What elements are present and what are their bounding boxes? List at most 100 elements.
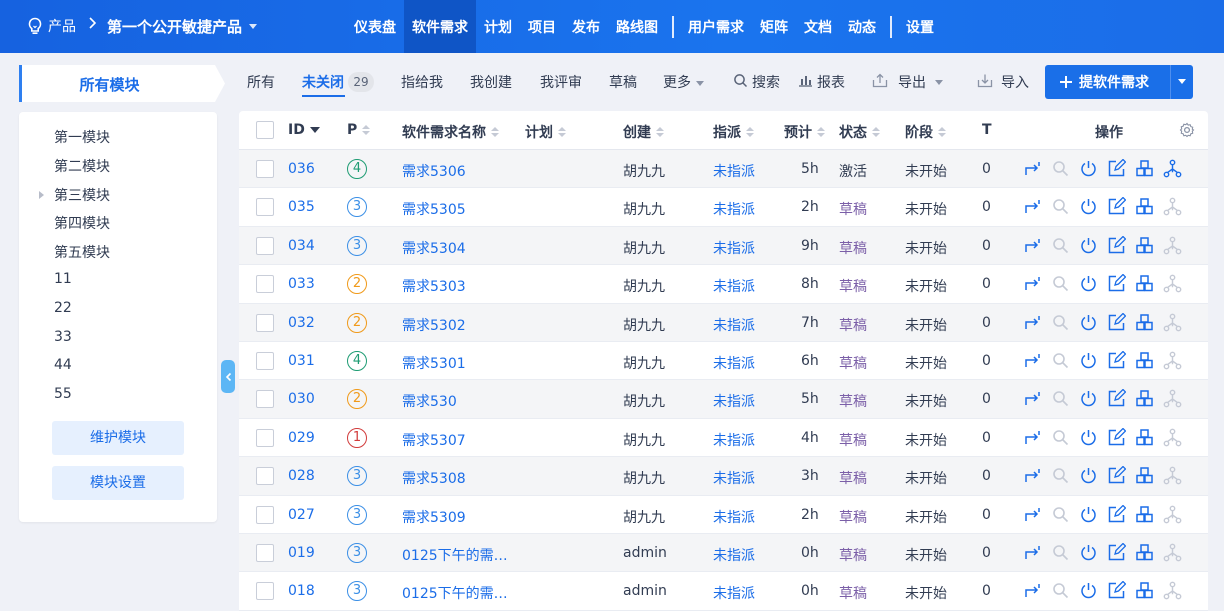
assign-link[interactable]: 未指派 [713, 430, 755, 450]
module-item[interactable]: 第一模块 [54, 127, 110, 147]
module-item[interactable]: 33 [54, 329, 72, 345]
edit-icon[interactable] [1107, 581, 1126, 600]
assign-link[interactable]: 未指派 [713, 468, 755, 488]
close-power-icon[interactable] [1079, 543, 1098, 562]
change-icon[interactable] [1023, 159, 1042, 178]
close-power-icon[interactable] [1079, 389, 1098, 408]
assign-link[interactable]: 未指派 [713, 507, 755, 527]
table-row[interactable]: 035 3 需求5305 胡九九 未指派 2h 草稿 未开始 0 [239, 188, 1208, 227]
module-item[interactable]: 44 [54, 357, 72, 373]
create-case-icon[interactable] [1135, 543, 1154, 562]
split-icon[interactable] [1163, 428, 1182, 447]
nav-item[interactable]: 设置 [898, 0, 942, 53]
table-row[interactable]: 027 3 需求5309 胡九九 未指派 2h 草稿 未开始 0 [239, 496, 1208, 534]
change-icon[interactable] [1023, 274, 1042, 293]
edit-icon[interactable] [1107, 197, 1126, 216]
review-icon[interactable] [1051, 389, 1070, 408]
split-icon[interactable] [1163, 351, 1182, 370]
filter-tab[interactable]: 草稿 [609, 72, 637, 92]
change-icon[interactable] [1023, 236, 1042, 255]
row-checkbox[interactable] [256, 313, 274, 332]
story-title[interactable]: 0125下午的需… [402, 583, 508, 603]
close-power-icon[interactable] [1079, 236, 1098, 255]
assign-link[interactable]: 未指派 [713, 545, 755, 565]
product-switcher[interactable]: 第一个公开敏捷产品 [107, 16, 258, 37]
module-settings-button[interactable]: 模块设置 [52, 466, 184, 500]
create-case-icon[interactable] [1135, 581, 1154, 600]
review-icon[interactable] [1051, 505, 1070, 524]
create-story-button[interactable]: 提软件需求 [1045, 65, 1193, 99]
story-id[interactable]: 029 [288, 430, 315, 446]
create-case-icon[interactable] [1135, 466, 1154, 485]
close-power-icon[interactable] [1079, 197, 1098, 216]
filter-tab[interactable]: 我创建 [470, 72, 512, 92]
edit-icon[interactable] [1107, 351, 1126, 370]
nav-item[interactable]: 路线图 [608, 0, 666, 53]
row-checkbox[interactable] [256, 505, 274, 524]
table-row[interactable]: 033 2 需求5303 胡九九 未指派 8h 草稿 未开始 0 [239, 265, 1208, 304]
module-item[interactable]: 第四模块 [54, 213, 110, 233]
story-id[interactable]: 035 [288, 199, 315, 215]
story-id[interactable]: 031 [288, 353, 315, 369]
table-row[interactable]: 028 3 需求5308 胡九九 未指派 3h 草稿 未开始 0 [239, 457, 1208, 496]
nav-item[interactable]: 动态 [840, 0, 884, 53]
assign-link[interactable]: 未指派 [713, 391, 755, 411]
table-row[interactable]: 029 1 需求5307 胡九九 未指派 4h 草稿 未开始 0 [239, 419, 1208, 458]
create-case-icon[interactable] [1135, 274, 1154, 293]
table-row[interactable]: 019 3 0125下午的需… admin 未指派 0h 草稿 未开始 0 [239, 534, 1208, 573]
filter-tab[interactable]: 所有 [247, 72, 275, 92]
filter-tab[interactable]: 更多 [663, 72, 704, 92]
create-case-icon[interactable] [1135, 351, 1154, 370]
nav-item[interactable]: 矩阵 [752, 0, 796, 53]
review-icon[interactable] [1051, 197, 1070, 216]
row-checkbox[interactable] [256, 390, 274, 409]
story-title[interactable]: 需求5304 [402, 238, 466, 258]
review-icon[interactable] [1051, 274, 1070, 293]
module-item[interactable]: 第三模块 [54, 185, 110, 205]
review-icon[interactable] [1051, 159, 1070, 178]
review-icon[interactable] [1051, 543, 1070, 562]
story-title[interactable]: 需求5305 [402, 199, 466, 219]
table-row[interactable]: 034 3 需求5304 胡九九 未指派 9h 草稿 未开始 0 [239, 226, 1208, 266]
story-id[interactable]: 032 [288, 315, 315, 331]
change-icon[interactable] [1023, 466, 1042, 485]
row-checkbox[interactable] [256, 160, 274, 178]
create-dropdown-caret[interactable] [1178, 79, 1186, 84]
product-menu[interactable]: 产品 [27, 15, 76, 37]
review-icon[interactable] [1051, 351, 1070, 370]
change-icon[interactable] [1023, 197, 1042, 216]
table-row[interactable]: 018 3 0125下午的需… admin 未指派 0h 草稿 未开始 0 [239, 572, 1208, 611]
story-id[interactable]: 027 [288, 507, 315, 523]
row-checkbox[interactable] [256, 467, 274, 486]
col-stage[interactable]: 阶段 [905, 122, 946, 142]
split-icon[interactable] [1163, 274, 1182, 293]
col-plan[interactable]: 计划 [525, 122, 566, 142]
col-status[interactable]: 状态 [839, 122, 880, 142]
change-icon[interactable] [1023, 543, 1042, 562]
gear-icon[interactable] [1179, 122, 1195, 142]
close-power-icon[interactable] [1079, 351, 1098, 370]
row-checkbox[interactable] [256, 236, 274, 255]
nav-item[interactable]: 计划 [476, 0, 520, 53]
change-icon[interactable] [1023, 313, 1042, 332]
review-icon[interactable] [1051, 236, 1070, 255]
row-checkbox[interactable] [256, 352, 274, 370]
story-title[interactable]: 需求5303 [402, 276, 466, 296]
assign-link[interactable]: 未指派 [713, 238, 755, 258]
assign-link[interactable]: 未指派 [713, 583, 755, 603]
edit-icon[interactable] [1107, 504, 1126, 524]
story-title[interactable]: 需求5308 [402, 468, 466, 488]
all-modules-header[interactable]: 所有模块 [19, 65, 225, 102]
edit-icon[interactable] [1107, 312, 1126, 332]
export-button[interactable]: 导出 [872, 72, 943, 92]
story-id[interactable]: 030 [288, 391, 315, 407]
close-power-icon[interactable] [1079, 313, 1098, 332]
split-icon[interactable] [1163, 389, 1182, 408]
row-checkbox[interactable] [256, 582, 274, 601]
story-title[interactable]: 需求5306 [402, 161, 466, 181]
story-id[interactable]: 019 [288, 545, 315, 561]
create-case-icon[interactable] [1135, 159, 1154, 178]
change-icon[interactable] [1023, 351, 1042, 370]
close-power-icon[interactable] [1079, 159, 1098, 178]
story-title[interactable]: 需求5302 [402, 315, 466, 335]
